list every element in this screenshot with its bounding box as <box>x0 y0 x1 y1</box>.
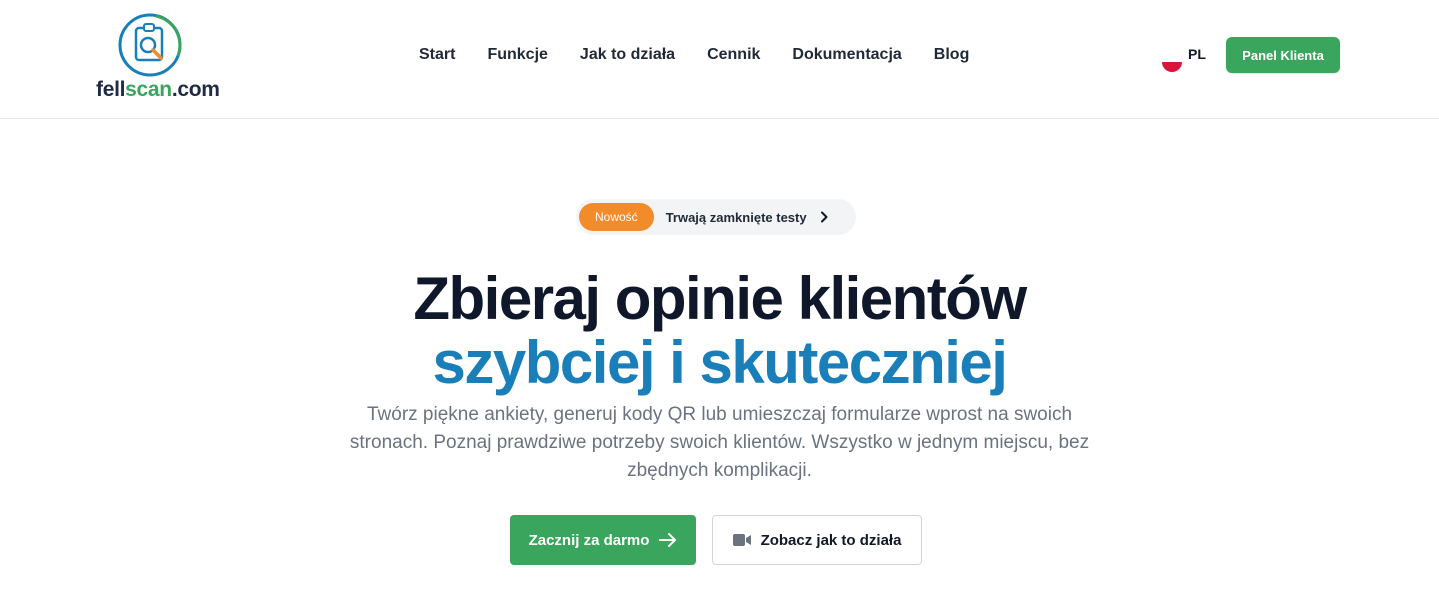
logo-text-fell: fell <box>96 78 126 101</box>
new-badge: Nowość <box>579 203 654 231</box>
nav-item-cennik[interactable]: Cennik <box>707 44 760 66</box>
video-camera-icon <box>732 534 751 546</box>
nav-item-dokumentacja[interactable]: Dokumentacja <box>792 44 901 66</box>
language-code: PL <box>1188 46 1206 62</box>
arrow-right-icon <box>659 533 677 547</box>
hero-description: Twórz piękne ankiety, generuj kody QR lu… <box>349 404 1090 481</box>
watch-demo-button[interactable]: Zobacz jak to działa <box>712 515 922 565</box>
logo[interactable]: fellscan.com <box>96 12 220 104</box>
logo-wordmark: fellscan.com <box>96 78 220 102</box>
start-free-button[interactable]: Zacznij za darmo <box>510 515 696 565</box>
nav-item-blog[interactable]: Blog <box>934 44 970 66</box>
site-header: fellscan.com Start Funkcje Jak to działa… <box>0 0 1439 119</box>
logo-text-scan: scan <box>125 78 172 101</box>
nav-item-funkcje[interactable]: Funkcje <box>487 44 547 66</box>
start-free-label: Zacznij za darmo <box>528 531 650 549</box>
chevron-right-icon <box>819 211 829 223</box>
clipboard-magnifier-icon <box>118 13 182 77</box>
hero-title: Zbieraj opinie klientów <box>413 265 1027 332</box>
nav-item-start[interactable]: Start <box>419 44 455 66</box>
announcement-text: Trwają zamknięte testy <box>665 209 807 225</box>
nav-item-jak-to-dziala[interactable]: Jak to działa <box>580 44 675 66</box>
watch-demo-label: Zobacz jak to działa <box>760 531 902 549</box>
main-nav: Start Funkcje Jak to działa Cennik Dokum… <box>419 44 1001 66</box>
client-panel-button[interactable]: Panel Klienta <box>1226 37 1340 73</box>
hero-title-accent: szybciej i skuteczniej <box>432 329 1008 396</box>
announcement-pill[interactable]: Nowość Trwają zamknięte testy <box>576 199 856 235</box>
poland-flag-icon <box>1162 52 1182 72</box>
logo-text-domain: .com <box>171 78 220 101</box>
language-switcher[interactable]: PL <box>1162 46 1206 72</box>
